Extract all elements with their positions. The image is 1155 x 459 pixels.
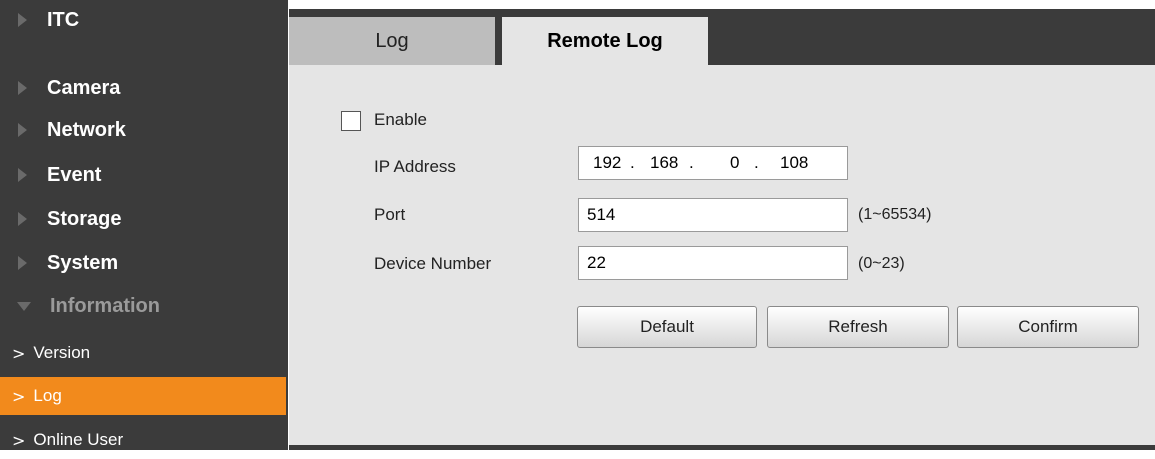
confirm-button[interactable]: Confirm: [957, 306, 1139, 348]
tab-remote-log[interactable]: Remote Log: [502, 17, 708, 65]
triangle-right-icon: [18, 81, 27, 95]
chevron-right-icon: >: [12, 343, 26, 363]
triangle-right-icon: [18, 168, 27, 182]
device-number-label: Device Number: [374, 254, 492, 273]
sidebar-item-label: Information: [50, 294, 160, 317]
ip-octet-4[interactable]: 108: [780, 147, 808, 179]
ip-dot: .: [630, 153, 635, 172]
sidebar-item-network[interactable]: Network: [0, 110, 288, 150]
sidebar: ITC Camera Network Event Storage System …: [0, 0, 288, 450]
panel-bottom-border: [289, 445, 1155, 450]
chevron-right-icon: >: [12, 386, 26, 406]
device-number-input[interactable]: 22: [578, 246, 848, 280]
sidebar-item-label: System: [47, 251, 119, 274]
sidebar-item-label: Event: [47, 163, 102, 186]
sidebar-subitem-label: Version: [33, 343, 91, 362]
tab-bar: Log Remote Log: [289, 17, 1155, 65]
sidebar-item-event[interactable]: Event: [0, 155, 288, 195]
sidebar-subitem-online-user[interactable]: > Online User: [0, 421, 286, 459]
port-label: Port: [374, 205, 406, 224]
sidebar-item-label: Camera: [47, 76, 121, 99]
ip-octet-2[interactable]: 168: [650, 147, 678, 179]
ip-address-field[interactable]: 192 . 168 . 0 . 108: [578, 146, 848, 180]
port-range-hint: (1~65534): [858, 206, 932, 223]
ip-dot: .: [754, 153, 759, 172]
sidebar-subitem-version[interactable]: > Version: [0, 334, 286, 372]
chevron-right-icon: >: [12, 430, 26, 450]
refresh-button[interactable]: Refresh: [767, 306, 949, 348]
sidebar-item-label: Storage: [47, 207, 122, 230]
default-button[interactable]: Default: [577, 306, 757, 348]
tabbar-top-strip: [289, 9, 1155, 17]
sidebar-item-system[interactable]: System: [0, 243, 288, 283]
ip-dot: .: [689, 153, 694, 172]
enable-checkbox[interactable]: [341, 111, 361, 131]
ip-address-label: IP Address: [374, 157, 456, 176]
sidebar-item-camera[interactable]: Camera: [0, 68, 288, 108]
sidebar-subitem-log[interactable]: > Log: [0, 377, 286, 415]
ip-octet-1[interactable]: 192: [593, 147, 621, 179]
sidebar-item-storage[interactable]: Storage: [0, 199, 288, 239]
device-number-range-hint: (0~23): [858, 255, 905, 272]
triangle-right-icon: [18, 13, 27, 27]
sidebar-item-information[interactable]: Information: [0, 286, 288, 326]
ip-octet-3[interactable]: 0: [730, 147, 739, 179]
sidebar-item-itc[interactable]: ITC: [0, 0, 288, 40]
sidebar-subitem-label: Online User: [33, 430, 124, 449]
triangle-right-icon: [18, 123, 27, 137]
triangle-right-icon: [18, 212, 27, 226]
enable-label: Enable: [374, 110, 427, 129]
tab-log[interactable]: Log: [289, 17, 495, 65]
port-input[interactable]: 514: [578, 198, 848, 232]
triangle-down-icon: [17, 301, 31, 311]
sidebar-item-label: Network: [47, 118, 126, 141]
triangle-right-icon: [18, 256, 27, 270]
sidebar-subitem-label: Log: [33, 386, 62, 405]
sidebar-item-label: ITC: [47, 8, 80, 31]
